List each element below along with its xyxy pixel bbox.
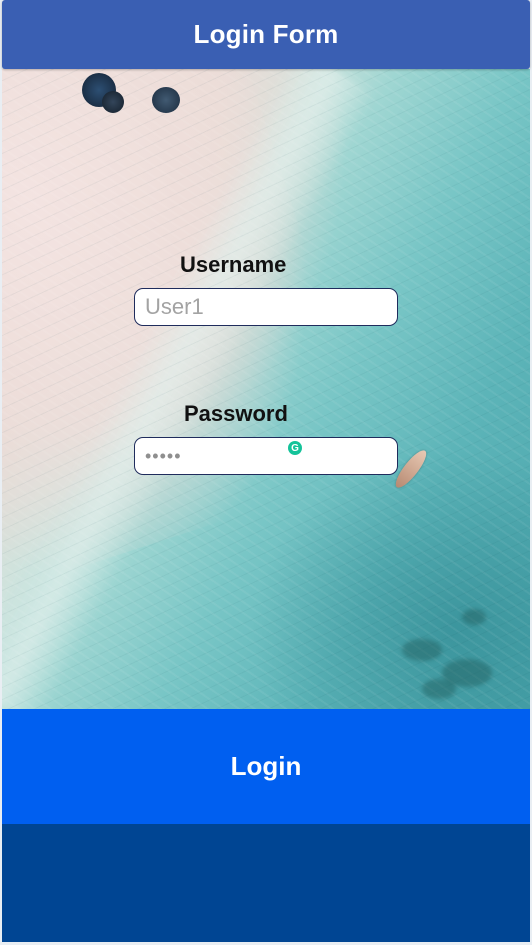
username-label: Username bbox=[180, 252, 287, 277]
page-title: Login Form bbox=[193, 19, 339, 49]
username-input[interactable] bbox=[145, 289, 397, 325]
password-input[interactable]: ••••• bbox=[145, 447, 182, 465]
password-field[interactable]: ••••• bbox=[134, 437, 398, 475]
login-button[interactable]: Login bbox=[2, 709, 530, 824]
header-bar: Login Form bbox=[2, 0, 530, 69]
username-field[interactable] bbox=[134, 288, 398, 326]
password-label: Password bbox=[184, 401, 288, 426]
beach-background-image bbox=[2, 69, 530, 709]
grammarly-icon[interactable]: G bbox=[288, 441, 302, 455]
app-screen: Login Form Username Password ••••• G Log… bbox=[0, 0, 532, 945]
login-button-label: Login bbox=[230, 751, 302, 781]
footer-bar bbox=[2, 824, 530, 942]
